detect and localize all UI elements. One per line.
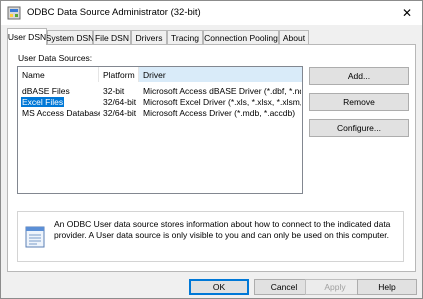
- cell-platform: 32-bit: [103, 86, 125, 96]
- selected-item-highlight: Excel Files: [21, 97, 65, 107]
- ok-button[interactable]: OK: [189, 279, 249, 295]
- remove-button[interactable]: Remove: [309, 93, 409, 111]
- cell-platform: 32/64-bit: [103, 108, 137, 118]
- cell-name: MS Access Database: [22, 108, 100, 118]
- info-description: An ODBC User data source stores informat…: [54, 219, 391, 240]
- data-sources-list[interactable]: Name Platform Driver dBASE Files 32-bit …: [17, 66, 303, 194]
- tab-file-dsn[interactable]: File DSN: [93, 30, 131, 44]
- column-header-platform[interactable]: Platform: [99, 67, 139, 82]
- column-header-driver[interactable]: Driver: [139, 67, 302, 82]
- list-item[interactable]: Excel Files 32/64-bit Microsoft Excel Dr…: [18, 97, 302, 108]
- add-button[interactable]: Add...: [309, 67, 409, 85]
- window-title: ODBC Data Source Administrator (32-bit): [27, 7, 201, 18]
- list-header: Name Platform Driver: [18, 67, 302, 82]
- title-bar[interactable]: ODBC Data Source Administrator (32-bit) …: [1, 1, 422, 25]
- list-item[interactable]: MS Access Database 32/64-bit Microsoft A…: [18, 108, 302, 119]
- user-data-sources-label: User Data Sources:: [18, 53, 93, 63]
- cell-driver: Microsoft Excel Driver (*.xls, *.xlsx, *…: [143, 97, 301, 107]
- apply-button: Apply: [305, 279, 365, 295]
- list-item[interactable]: dBASE Files 32-bit Microsoft Access dBAS…: [18, 86, 302, 97]
- tab-connection-pooling[interactable]: Connection Pooling: [203, 30, 279, 44]
- cell-driver: Microsoft Access dBASE Driver (*.dbf, *.…: [143, 86, 301, 96]
- close-icon: ✕: [401, 6, 413, 20]
- user-dsn-panel: User Data Sources: Name Platform Driver …: [7, 44, 416, 272]
- cell-name: dBASE Files: [22, 86, 70, 96]
- cell-driver: Microsoft Access Driver (*.mdb, *.accdb): [143, 108, 296, 118]
- tab-drivers[interactable]: Drivers: [131, 30, 167, 44]
- help-button[interactable]: Help: [357, 279, 417, 295]
- odbc-app-icon: [7, 6, 21, 20]
- column-header-name[interactable]: Name: [18, 67, 99, 82]
- cell-name: Excel Files: [21, 97, 96, 108]
- data-source-icon: [25, 226, 45, 248]
- close-button[interactable]: ✕: [392, 1, 422, 25]
- tab-about[interactable]: About: [279, 30, 309, 44]
- tab-user-dsn[interactable]: User DSN: [7, 28, 47, 45]
- tab-tracing[interactable]: Tracing: [167, 30, 203, 44]
- tab-system-dsn[interactable]: System DSN: [46, 30, 94, 44]
- info-box: An ODBC User data source stores informat…: [17, 211, 404, 262]
- cell-platform: 32/64-bit: [103, 97, 137, 107]
- configure-button[interactable]: Configure...: [309, 119, 409, 137]
- odbc-administrator-window: ODBC Data Source Administrator (32-bit) …: [0, 0, 423, 299]
